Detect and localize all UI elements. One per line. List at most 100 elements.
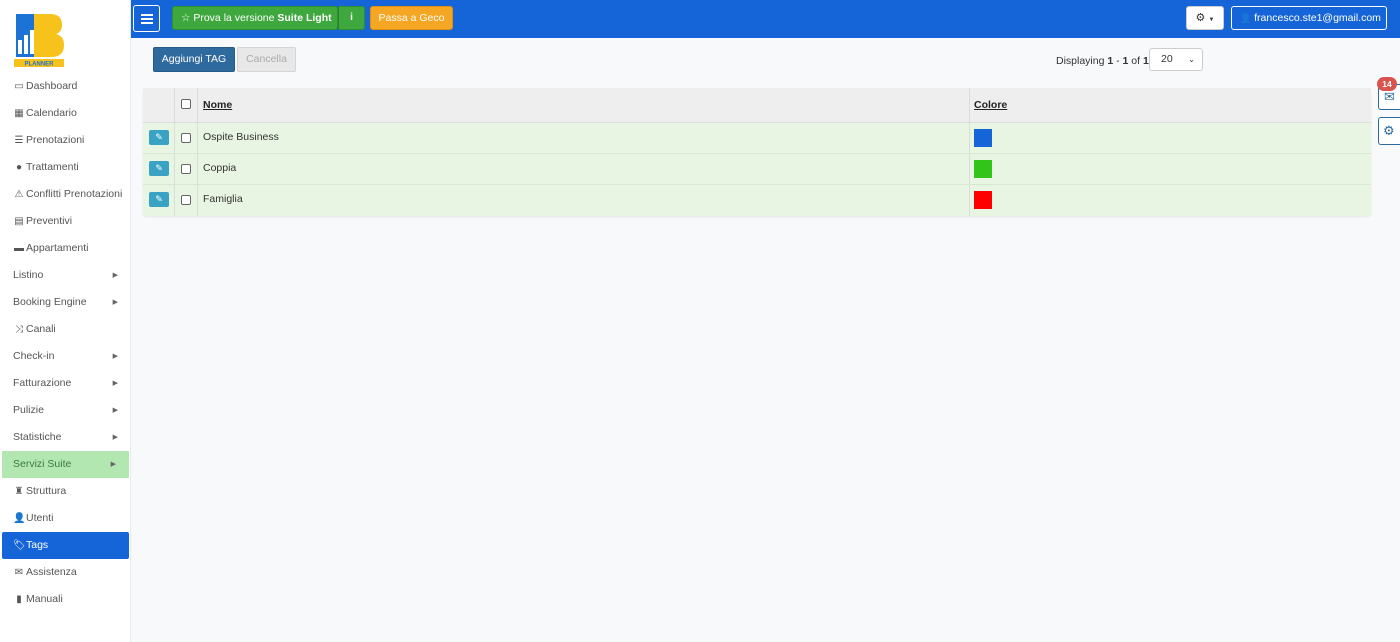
name-cell: Coppia [198,154,970,184]
sidebar-item-calendario[interactable]: ▦ Calendario [0,100,131,127]
select-all-checkbox[interactable] [181,99,191,109]
add-tag-button[interactable]: Aggiungi TAG [153,47,235,72]
sidebar-item-label: Struttura [26,485,67,497]
caret-right-icon: ▶ [110,461,116,468]
building-icon: ♜ [14,486,24,497]
settings-panel-button[interactable]: ⚙ [1378,117,1400,145]
sidebar-item-statistiche[interactable]: Statistiche ▶ [0,424,131,451]
edit-icon[interactable]: ✎ [149,161,169,176]
sidebar-item-label: Pulizie [13,404,44,416]
info-button[interactable]: i [338,6,365,30]
check-cell [175,154,198,184]
sidebar-item-prenotazioni[interactable]: ☰ Prenotazioni [0,127,131,154]
bb-planner-logo[interactable]: PLANNER [10,10,70,68]
color-cell [970,123,1371,153]
sidebar-item-booking-engine[interactable]: Booking Engine ▶ [0,289,131,316]
sidebar-item-pulizie[interactable]: Pulizie ▶ [0,397,131,424]
switch-to-geco-button[interactable]: Passa a Geco [370,6,453,30]
name-cell: Ospite Business [198,123,970,153]
chevron-down-icon: ⌄ [1188,55,1195,64]
sort-by-name-link[interactable]: Nome [203,99,232,111]
sidebar-item-conflitti[interactable]: ⚠ Conflitti Prenotazioni [0,181,131,208]
dashboard-icon: ▭ [14,81,24,92]
sidebar-item-appartamenti[interactable]: ▬ Appartamenti [0,235,131,262]
envelope-icon: ✉ [1384,89,1395,104]
header-name-cell: Nome [198,88,970,122]
sidebar-item-listino[interactable]: Listino ▶ [0,262,131,289]
bed-icon: ▬ [14,243,24,254]
suite-name-text: Suite Light [277,12,332,24]
sidebar-item-check-in[interactable]: Check-in ▶ [0,343,131,370]
sidebar-item-preventivi[interactable]: ▤ Preventivi [0,208,131,235]
sidebar-item-label: Fatturazione [13,377,72,389]
sidebar-item-tags[interactable]: 🏷Tags [2,532,129,559]
page-size-select[interactable]: 20 ⌄ [1149,48,1203,71]
table-row: ✎ Coppia [143,154,1371,185]
user-account-button[interactable]: 👤 francesco.ste1@gmail.com [1231,6,1387,30]
tag-name: Ospite Business [203,131,279,143]
row-checkbox[interactable] [181,133,191,143]
edit-cell: ✎ [143,185,175,216]
list-icon: ☰ [14,135,24,146]
caret-right-icon: ▶ [112,380,118,387]
edit-cell: ✎ [143,123,175,153]
tag-name: Famiglia [203,193,243,205]
color-swatch [974,191,992,209]
caret-right-icon: ▶ [112,434,118,441]
sidebar-item-label: Check-in [13,350,55,362]
page-size-value: 20 [1161,53,1173,65]
color-swatch [974,160,992,178]
user-icon: 👤 [1240,13,1252,23]
suite-prefix-text: Prova la versione [193,12,275,24]
sidebar-item-dashboard[interactable]: ▭ Dashboard [0,73,131,100]
pager-prefix: Displaying [1056,55,1108,67]
caret-right-icon: ▶ [112,299,118,306]
user-email: francesco.ste1@gmail.com [1254,12,1381,24]
color-swatch [974,129,992,147]
calculator-icon: ▤ [14,216,24,227]
sidebar-item-label: Utenti [26,512,54,524]
edit-icon[interactable]: ✎ [149,192,169,207]
sidebar-item-utenti[interactable]: 👤Utenti [0,505,131,532]
messages-count-badge: 14 [1377,77,1397,91]
name-cell: Famiglia [198,185,970,216]
info-icon: i [350,12,353,23]
tag-name: Coppia [203,162,237,174]
menu-toggle-button[interactable] [133,5,160,32]
topbar: ☆ Prova la versione Suite Light i Passa … [131,0,1400,38]
sidebar-item-label: Conflitti Prenotazioni [26,188,123,200]
check-cell [175,185,198,216]
sort-by-color-link[interactable]: Colore [974,99,1007,111]
sidebar-item-assistenza[interactable]: ✉ Assistenza [0,559,131,586]
hamburger-icon-line [141,22,153,24]
pager-total: 1 [1142,55,1149,67]
delete-button[interactable]: Cancella [237,47,296,72]
header-color-cell: Colore [970,88,1371,122]
warning-icon: ⚠ [14,189,24,200]
sidebar-item-label: Statistiche [13,431,62,443]
sidebar-item-label: Tags [26,539,49,551]
envelope-icon: ✉ [14,567,24,578]
settings-dropdown-button[interactable]: ⚙ ▼ [1186,6,1224,30]
gears-icon: ⚙ [1383,123,1395,138]
shuffle-icon: ⤨ [15,324,23,335]
sidebar-item-label: Servizi Suite [13,458,72,470]
sidebar-item-servizi-suite[interactable]: Servizi Suite ▶ [2,451,129,478]
try-suite-light-button[interactable]: ☆ Prova la versione Suite Light [172,6,338,30]
pager-sep: - [1113,55,1123,67]
row-checkbox[interactable] [181,164,191,174]
edit-icon[interactable]: ✎ [149,130,169,145]
sidebar-item-struttura[interactable]: ♜ Struttura [0,478,131,505]
table-row: ✎ Famiglia [143,185,1371,216]
sidebar-item-canali[interactable]: ⤨ Canali [0,316,131,343]
tags-icon: 🏷 [13,540,26,551]
pagination-summary: Displaying 1 - 1 of 1 [1056,51,1149,71]
sidebar-item-fatturazione[interactable]: Fatturazione ▶ [0,370,131,397]
row-checkbox[interactable] [181,195,191,205]
sidebar-item-trattamenti[interactable]: ● Trattamenti [0,154,131,181]
hamburger-icon [141,14,153,16]
sidebar-item-label: Dashboard [26,80,78,92]
sidebar-item-label: Calendario [26,107,77,119]
caret-right-icon: ▶ [112,272,118,279]
sidebar-item-manuali[interactable]: ▮ Manuali [0,586,131,613]
